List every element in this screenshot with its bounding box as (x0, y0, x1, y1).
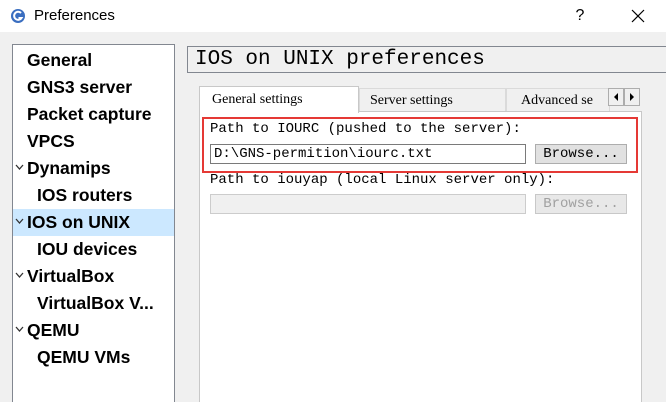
sidebar-item-ios-routers[interactable]: IOS routers (13, 182, 174, 209)
gns3-logo-icon (11, 9, 25, 23)
sidebar-item-label: QEMU VMs (37, 347, 131, 367)
sidebar-item-label: IOS on UNIX (27, 212, 131, 232)
sidebar-item-vpcs[interactable]: VPCS (13, 128, 174, 155)
sidebar-item-virtualbox[interactable]: VirtualBox (13, 263, 174, 290)
close-icon (631, 9, 645, 23)
tab-scroll-left-button[interactable] (608, 88, 624, 106)
tab-label: General settings (212, 92, 303, 107)
tab-advanced-settings[interactable]: Advanced se (506, 88, 610, 112)
sidebar-item-label: General (27, 50, 93, 70)
help-button[interactable]: ? (568, 3, 592, 29)
iourc-path-label: Path to IOURC (pushed to the server): (210, 121, 521, 137)
tab-general-settings[interactable]: General settings (199, 86, 359, 113)
window-title: Preferences (34, 7, 115, 24)
sidebar-item-packet-capture[interactable]: Packet capture (13, 101, 174, 128)
tab-server-settings[interactable]: Server settings (359, 88, 506, 112)
iourc-browse-button[interactable]: Browse... (535, 144, 627, 164)
chevron-down-icon[interactable] (15, 218, 24, 225)
chevron-down-icon[interactable] (15, 164, 24, 171)
close-button[interactable] (620, 3, 656, 29)
arrow-left-icon (614, 93, 618, 101)
sidebar-item-qemu[interactable]: QEMU (13, 317, 174, 344)
sidebar-item-label: VirtualBox V... (37, 293, 154, 313)
sidebar-item-qemu-vms[interactable]: QEMU VMs (13, 344, 174, 371)
sidebar-item-label: QEMU (27, 320, 80, 340)
iouyap-path-label: Path to iouyap (local Linux server only)… (210, 172, 555, 188)
page-header: IOS on UNIX preferences (187, 46, 666, 73)
sidebar-item-label: Dynamips (27, 158, 111, 178)
sidebar-item-virtualbox-v[interactable]: VirtualBox V... (13, 290, 174, 317)
title-bar: Preferences ? (0, 0, 666, 32)
chevron-down-icon[interactable] (15, 326, 24, 333)
page-title: IOS on UNIX preferences (195, 48, 485, 71)
preferences-tree: General GNS3 server Packet capture VPCS Dyna… (12, 44, 175, 402)
chevron-down-icon[interactable] (15, 272, 24, 279)
sidebar-item-label: VPCS (27, 131, 75, 151)
sidebar-item-label: IOS routers (37, 185, 133, 205)
iouyap-browse-button[interactable]: Browse... (535, 194, 627, 214)
sidebar-item-gns3-server[interactable]: GNS3 server (13, 74, 174, 101)
arrow-right-icon (630, 93, 634, 101)
iouyap-path-input[interactable] (210, 194, 526, 214)
tab-label: Advanced se (521, 93, 593, 108)
sidebar-item-ios-on-unix[interactable]: IOS on UNIX (13, 209, 174, 236)
sidebar-item-label: Packet capture (27, 104, 152, 124)
sidebar-item-label: VirtualBox (27, 266, 115, 286)
sidebar-item-label: GNS3 server (27, 77, 133, 97)
iourc-path-input[interactable] (210, 144, 526, 164)
tab-label: Server settings (370, 93, 453, 108)
tab-scroll-right-button[interactable] (624, 88, 640, 106)
sidebar-item-label: IOU devices (37, 239, 138, 259)
sidebar-item-general[interactable]: General (13, 47, 174, 74)
sidebar-item-iou-devices[interactable]: IOU devices (13, 236, 174, 263)
sidebar-item-dynamips[interactable]: Dynamips (13, 155, 174, 182)
